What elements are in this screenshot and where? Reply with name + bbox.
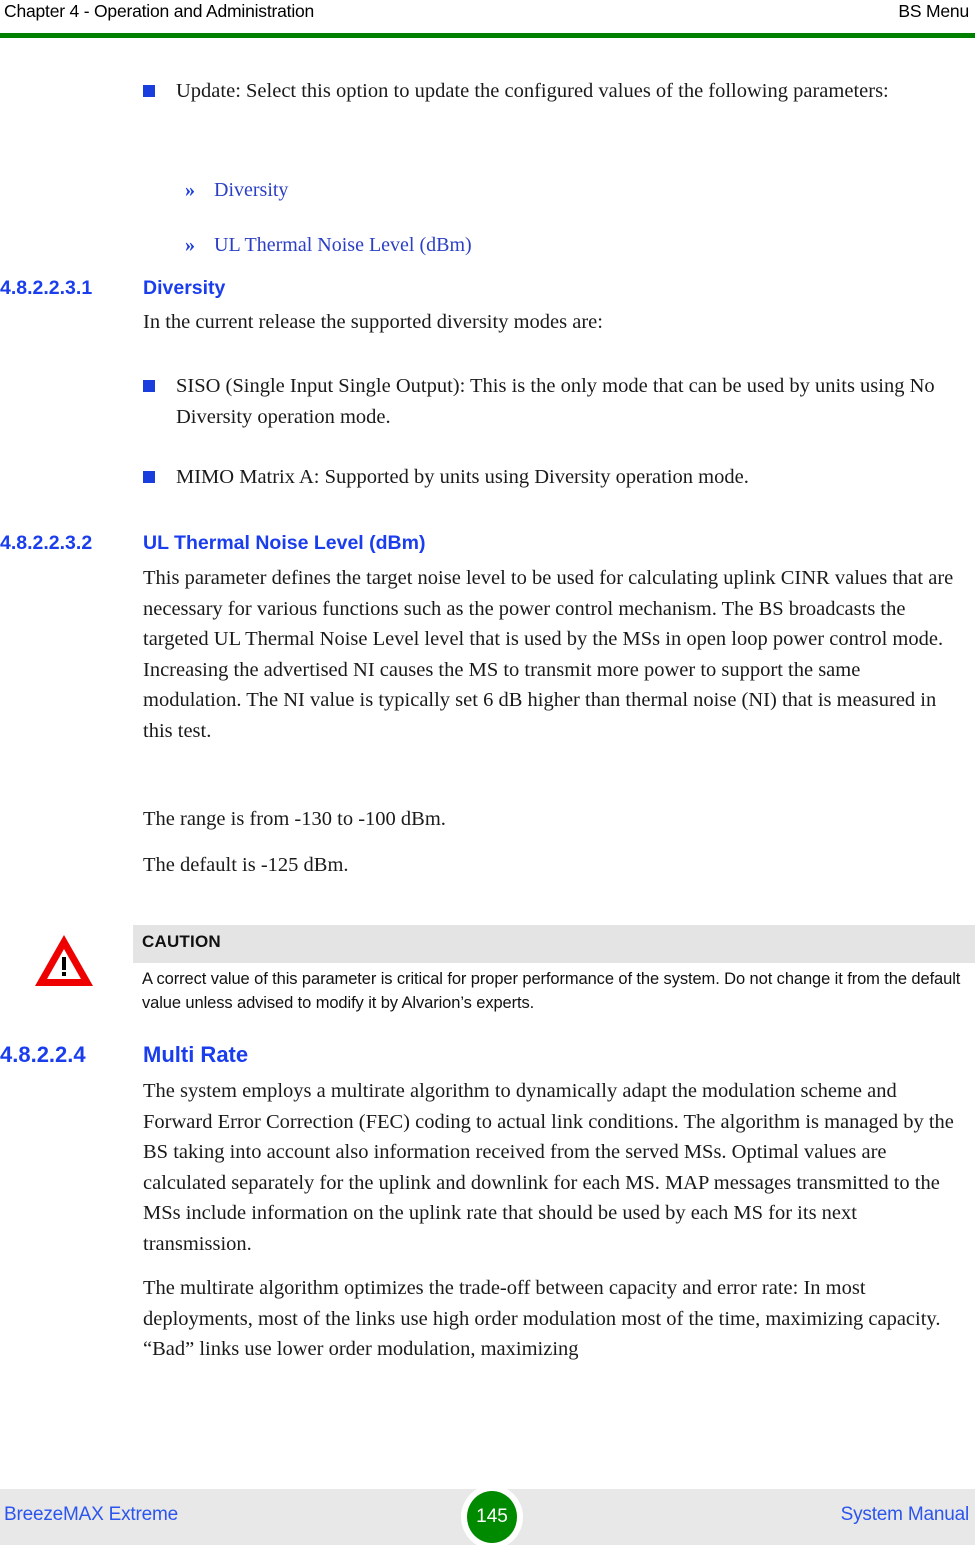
square-bullet-icon — [143, 471, 155, 483]
sub-list-item-label[interactable]: UL Thermal Noise Level (dBm) — [214, 230, 945, 261]
paragraph-ul-thermal-noise-default: The default is -125 dBm. — [143, 854, 349, 876]
list-item: SISO (Single Input Single Output): This … — [143, 371, 953, 433]
paragraph-ul-thermal-noise-range: The range is from -130 to -100 dBm. — [143, 808, 446, 830]
header-row: Chapter 4 - Operation and Administration… — [0, 0, 975, 22]
heading-number: 4.8.2.2.4 — [0, 1042, 86, 1067]
list-item-label: Update: Select this option to update the… — [176, 80, 889, 102]
heading-ul-thermal-noise-level: 4.8.2.2.3.2 UL Thermal Noise Level (dBm) — [0, 532, 975, 555]
square-bullet-icon — [143, 380, 155, 392]
chevron-right-icon: » — [185, 179, 195, 201]
warning-triangle-icon — [35, 935, 93, 986]
square-bullet-icon — [143, 85, 155, 97]
page-number-badge: 145 — [461, 1485, 523, 1549]
page-header: Chapter 4 - Operation and Administration… — [0, 0, 975, 38]
footer-document-type: System Manual — [840, 1504, 970, 1525]
caution-body-text: A correct value of this parameter is cri… — [142, 970, 961, 1012]
sub-list-item-label[interactable]: Diversity — [214, 175, 945, 206]
caution-label: CAUTION — [142, 932, 221, 951]
list-item: Update: Select this option to update the… — [143, 76, 953, 107]
paragraph-diversity-intro: In the current release the supported div… — [143, 311, 603, 333]
list-item-label: SISO (Single Input Single Output): This … — [176, 375, 935, 428]
heading-title: Multi Rate — [143, 1042, 249, 1067]
list-item-label: MIMO Matrix A: Supported by units using … — [176, 466, 749, 488]
heading-number: 4.8.2.2.3.2 — [0, 532, 93, 554]
page-number-label: 145 — [467, 1491, 517, 1543]
heading-title: UL Thermal Noise Level (dBm) — [143, 532, 426, 554]
list-item: MIMO Matrix A: Supported by units using … — [143, 462, 953, 493]
heading-number: 4.8.2.2.3.1 — [0, 277, 93, 299]
paragraph-ul-thermal-noise-description: This parameter defines the target noise … — [143, 567, 954, 742]
page-content: Update: Select this option to update the… — [0, 38, 975, 1478]
heading-multi-rate: 4.8.2.2.4 Multi Rate — [0, 1042, 975, 1068]
heading-diversity: 4.8.2.2.3.1 Diversity — [0, 277, 975, 300]
paragraph-multi-rate-1: The system employs a multirate algorithm… — [143, 1080, 954, 1255]
chevron-right-icon: » — [185, 234, 195, 256]
sub-list-item-ul-thermal-noise[interactable]: » UL Thermal Noise Level (dBm) — [185, 230, 945, 261]
heading-title: Diversity — [143, 277, 226, 299]
footer-product-name: BreezeMAX Extreme — [4, 1504, 178, 1525]
page-footer: BreezeMAX Extreme 145 System Manual — [0, 1485, 975, 1549]
header-chapter-title: Chapter 4 - Operation and Administration — [4, 1, 315, 21]
paragraph-multi-rate-2: The multirate algorithm optimizes the tr… — [143, 1277, 941, 1360]
header-section-title: BS Menu — [898, 1, 969, 21]
caution-header-bar: CAUTION — [133, 925, 975, 963]
sub-list-item-diversity[interactable]: » Diversity — [185, 175, 945, 206]
